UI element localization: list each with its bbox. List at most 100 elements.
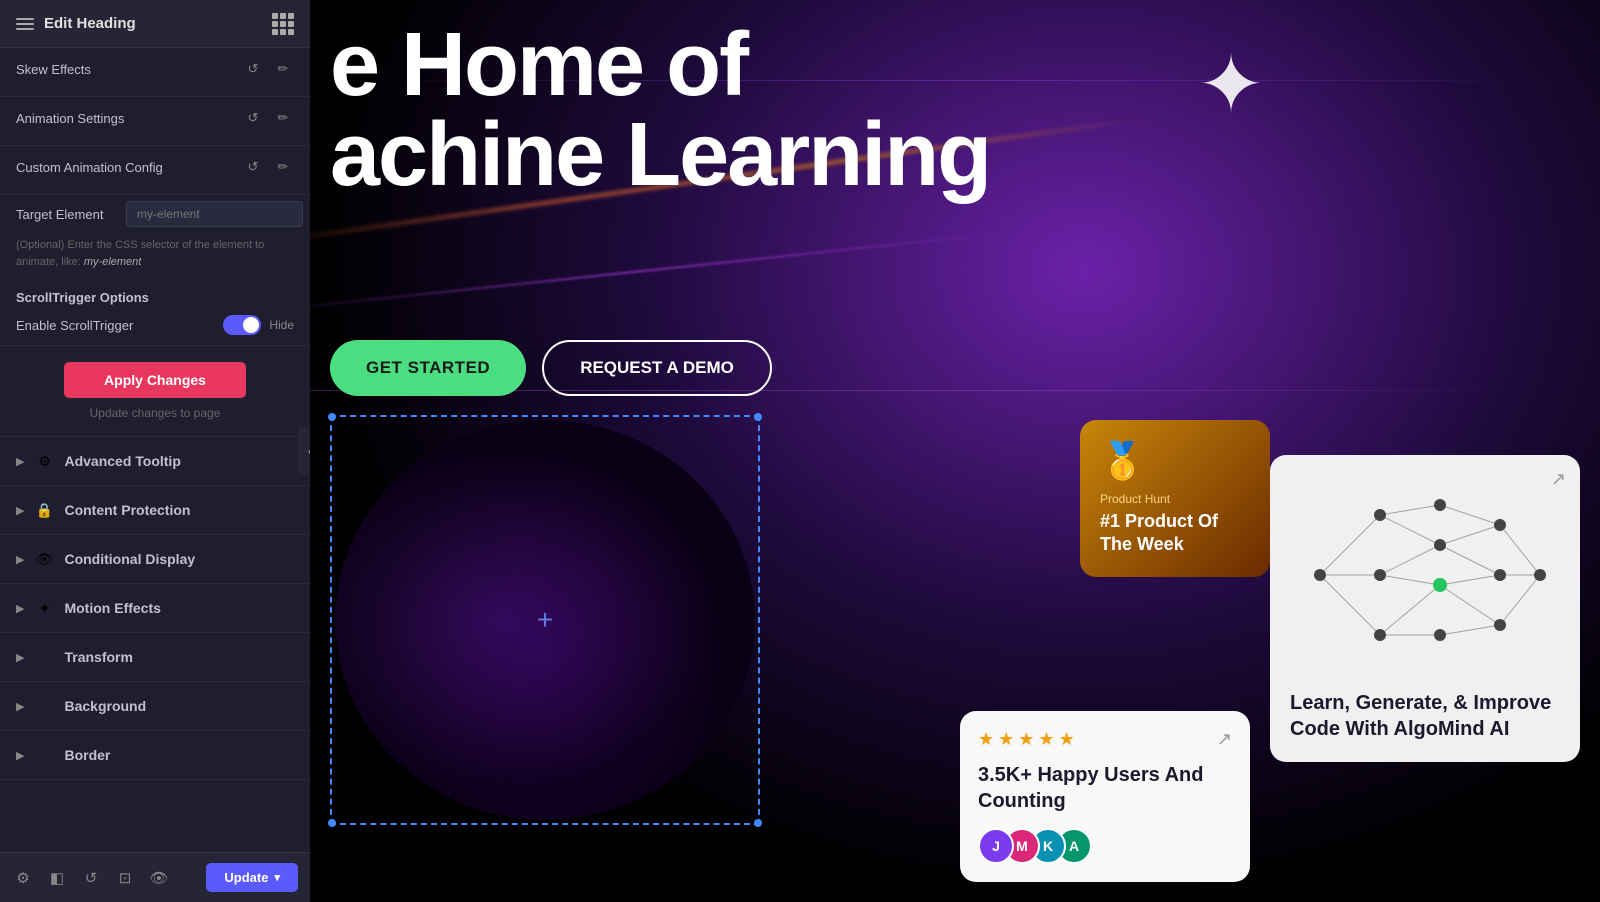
panel-content: Skew Effects ↺ ✏ Animation Settings ↺ ✏ … xyxy=(0,48,310,902)
target-element-input[interactable] xyxy=(126,201,303,227)
hero-text-block: e Home of achine Learning xyxy=(310,0,1600,200)
neural-network-visualization xyxy=(1290,475,1560,675)
scroll-trigger-row: Enable ScrollTrigger Hide xyxy=(16,315,294,335)
bottom-toolbar: ⚙ ◧ ↺ ⊡ 👁 Update ▾ xyxy=(0,852,310,902)
advanced-tooltip-section[interactable]: ▶ ⚙ Advanced Tooltip xyxy=(0,437,310,486)
transform-icon xyxy=(34,647,54,667)
target-element-row: Target Element xyxy=(0,195,310,233)
motion-effects-label: Motion Effects xyxy=(64,600,160,616)
skew-effects-section: Skew Effects ↺ ✏ xyxy=(0,48,310,97)
advanced-tooltip-arrow: ▶ xyxy=(16,455,24,468)
update-chevron-icon: ▾ xyxy=(274,871,280,884)
grid-icon[interactable] xyxy=(272,13,294,35)
hamburger-menu-icon[interactable] xyxy=(16,18,34,30)
settings-toolbar-icon[interactable]: ⚙ xyxy=(12,867,34,889)
scroll-trigger-toggle[interactable] xyxy=(223,315,261,335)
content-protection-icon: 🔒 xyxy=(34,500,54,520)
ai-network-card: ↗ xyxy=(1270,455,1580,762)
left-panel: Edit Heading Skew Effects ↺ ✏ Animation … xyxy=(0,0,310,902)
apply-changes-section: Apply Changes Update changes to page xyxy=(0,346,310,437)
custom-edit-icon[interactable]: ✏ xyxy=(272,156,294,178)
star-3: ★ xyxy=(1018,729,1034,750)
motion-effects-section[interactable]: ▶ ✦ Motion Effects xyxy=(0,584,310,633)
custom-animation-actions: ↺ ✏ xyxy=(242,156,294,178)
panel-header: Edit Heading xyxy=(0,0,310,48)
animation-reset-icon[interactable]: ↺ xyxy=(242,107,264,129)
transform-arrow: ▶ xyxy=(16,651,24,664)
target-element-label: Target Element xyxy=(16,207,116,222)
reviews-title: 3.5K+ Happy Users And Counting xyxy=(978,762,1232,814)
motion-effects-icon: ✦ xyxy=(34,598,54,618)
stars-row: ★ ★ ★ ★ ★ ↗ xyxy=(978,729,1232,750)
panel-title: Edit Heading xyxy=(44,15,136,32)
scroll-trigger-toggle-group: Hide xyxy=(223,315,294,335)
product-hunt-medal-icon: 🥇 xyxy=(1100,440,1250,482)
add-element-icon[interactable]: + xyxy=(537,604,553,636)
apply-changes-button[interactable]: Apply Changes xyxy=(64,362,246,398)
history-toolbar-icon[interactable]: ↺ xyxy=(80,867,102,889)
star-1: ★ xyxy=(978,729,994,750)
animation-settings-actions: ↺ ✏ xyxy=(242,107,294,129)
border-icon xyxy=(34,745,54,765)
helper-text: (Optional) Enter the CSS selector of the… xyxy=(0,233,310,280)
reviews-external-link-icon[interactable]: ↗ xyxy=(1217,729,1232,750)
background-section[interactable]: ▶ Background xyxy=(0,682,310,731)
selection-corner-tl xyxy=(328,413,336,421)
content-protection-arrow: ▶ xyxy=(16,504,24,517)
selection-box: + xyxy=(330,415,760,825)
background-label: Background xyxy=(64,698,146,714)
update-button[interactable]: Update ▾ xyxy=(206,863,298,892)
collapse-panel-button[interactable]: ‹ xyxy=(298,427,310,475)
get-started-button[interactable]: GET STARTED xyxy=(330,340,526,396)
skew-effects-actions: ↺ ✏ xyxy=(242,58,294,80)
preview-toolbar-icon[interactable]: 👁 xyxy=(148,867,170,889)
scroll-trigger-section: ScrollTrigger Options Enable ScrollTrigg… xyxy=(0,280,310,346)
star-4: ★ xyxy=(1038,729,1054,750)
custom-reset-icon[interactable]: ↺ xyxy=(242,156,264,178)
ai-card-external-link-icon[interactable]: ↗ xyxy=(1551,469,1566,490)
conditional-display-arrow: ▶ xyxy=(16,553,24,566)
skew-reset-icon[interactable]: ↺ xyxy=(242,58,264,80)
product-hunt-card: 🥇 Product Hunt #1 Product Of The Week xyxy=(1080,420,1270,577)
skew-edit-icon[interactable]: ✏ xyxy=(272,58,294,80)
animation-edit-icon[interactable]: ✏ xyxy=(272,107,294,129)
conditional-display-icon: 👁 xyxy=(34,549,54,569)
avatars-row: J M K A xyxy=(978,828,1232,864)
border-section[interactable]: ▶ Border xyxy=(0,731,310,780)
scroll-trigger-label: Enable ScrollTrigger xyxy=(16,318,133,333)
motion-effects-arrow: ▶ xyxy=(16,602,24,615)
animation-settings-section: Animation Settings ↺ ✏ xyxy=(0,97,310,146)
transform-label: Transform xyxy=(64,649,132,665)
avatar-1: J xyxy=(978,828,1014,864)
toolbar-icons: ⚙ ◧ ↺ ⊡ 👁 xyxy=(12,867,170,889)
selection-corner-br xyxy=(754,819,762,827)
content-protection-section[interactable]: ▶ 🔒 Content Protection xyxy=(0,486,310,535)
background-icon xyxy=(34,696,54,716)
responsive-toolbar-icon[interactable]: ⊡ xyxy=(114,867,136,889)
animation-settings-row: Animation Settings ↺ ✏ xyxy=(16,107,294,129)
layers-toolbar-icon[interactable]: ◧ xyxy=(46,867,68,889)
selection-corner-bl xyxy=(328,819,336,827)
hero-line2: achine Learning xyxy=(330,110,1580,200)
skew-effects-row: Skew Effects ↺ ✏ xyxy=(16,58,294,80)
transform-section[interactable]: ▶ Transform xyxy=(0,633,310,682)
conditional-display-section[interactable]: ▶ 👁 Conditional Display xyxy=(0,535,310,584)
star-5: ★ xyxy=(1059,729,1075,750)
border-label: Border xyxy=(64,747,110,763)
scroll-trigger-toggle-label: Hide xyxy=(269,318,294,332)
custom-animation-label: Custom Animation Config xyxy=(16,160,163,175)
cta-buttons: GET STARTED REQUEST A DEMO xyxy=(330,340,772,396)
background-arrow: ▶ xyxy=(16,700,24,713)
animation-settings-label: Animation Settings xyxy=(16,111,124,126)
request-demo-button[interactable]: REQUEST A DEMO xyxy=(542,340,772,396)
advanced-tooltip-icon: ⚙ xyxy=(34,451,54,471)
custom-animation-row: Custom Animation Config ↺ ✏ xyxy=(16,156,294,178)
panel-header-left: Edit Heading xyxy=(16,15,136,32)
custom-animation-section: Custom Animation Config ↺ ✏ xyxy=(0,146,310,195)
advanced-tooltip-label: Advanced Tooltip xyxy=(64,453,180,469)
scroll-trigger-title: ScrollTrigger Options xyxy=(16,290,294,305)
ai-card-text: Learn, Generate, & Improve Code With Alg… xyxy=(1290,690,1560,742)
canvas-area: ✦ e Home of achine Learning GET STARTED … xyxy=(310,0,1600,902)
hero-line1: e Home of xyxy=(330,20,1580,110)
skew-effects-label: Skew Effects xyxy=(16,62,91,77)
